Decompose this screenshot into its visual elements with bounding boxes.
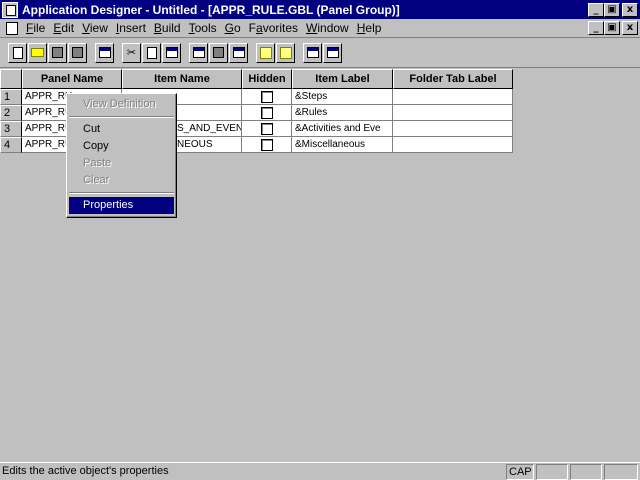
menu-window[interactable]: Window	[302, 19, 353, 37]
build-icon	[213, 47, 224, 58]
replace-button[interactable]	[276, 42, 295, 63]
menu-bar: File Edit View Insert Build Tools Go Fav…	[0, 19, 640, 38]
folder-tab-label-cell[interactable]	[393, 137, 513, 153]
menu-separator	[69, 116, 174, 118]
paste-button[interactable]	[162, 42, 181, 63]
status-bar: Edits the active object's properties CAP	[0, 462, 640, 480]
corner-header[interactable]	[0, 69, 22, 89]
item-label-cell[interactable]: &Rules	[292, 105, 393, 121]
toolbar: ✂	[0, 38, 640, 68]
hidden-cell	[242, 121, 292, 137]
menu-paste[interactable]: Paste	[69, 155, 174, 172]
item-label-cell[interactable]: &Miscellaneous	[292, 137, 393, 153]
caps-lock-indicator: CAP	[506, 464, 534, 480]
num-lock-indicator	[536, 464, 568, 480]
mdi-close-button[interactable]: x	[622, 21, 638, 35]
folder-tab-label-cell[interactable]	[393, 121, 513, 137]
status-text: Edits the active object's properties	[2, 465, 169, 477]
validate-button[interactable]	[323, 42, 342, 63]
hidden-cell	[242, 105, 292, 121]
menu-help[interactable]: Help	[353, 19, 386, 37]
row-header[interactable]: 3	[0, 121, 22, 137]
menu-build[interactable]: Build	[150, 19, 185, 37]
menu-cut[interactable]: Cut	[69, 121, 174, 138]
app-icon[interactable]	[2, 1, 18, 18]
printer-icon	[98, 47, 111, 58]
menu-insert[interactable]: Insert	[112, 19, 150, 37]
maximize-button[interactable]: ▣	[604, 2, 620, 17]
paste-icon	[165, 47, 178, 58]
hidden-checkbox[interactable]	[260, 106, 273, 119]
col-header-folder-tab-label[interactable]: Folder Tab Label	[393, 69, 513, 89]
close-button[interactable]: x	[622, 2, 638, 17]
scroll-lock-indicator	[570, 464, 602, 480]
new-button[interactable]	[8, 42, 27, 63]
context-menu: View Definition Cut Copy Paste Clear Pro…	[66, 93, 177, 218]
menu-view-definition[interactable]: View Definition	[69, 96, 174, 113]
mdi-minimize-button[interactable]: _	[588, 21, 604, 35]
col-header-panel-name[interactable]: Panel Name	[22, 69, 122, 89]
hidden-cell	[242, 89, 292, 105]
hidden-checkbox[interactable]	[260, 138, 273, 151]
row-header[interactable]: 2	[0, 105, 22, 121]
new-document-icon	[12, 46, 23, 59]
scissors-icon: ✂	[126, 47, 137, 59]
mdi-restore-button[interactable]: ▣	[604, 21, 620, 35]
save-disk-icon	[52, 47, 63, 58]
panel-layout-button[interactable]	[303, 42, 322, 63]
open-button[interactable]	[28, 42, 47, 63]
menu-clear[interactable]: Clear	[69, 172, 174, 189]
menu-edit[interactable]: Edit	[49, 19, 78, 37]
project-button[interactable]	[229, 42, 248, 63]
status-pane-extra	[604, 464, 638, 480]
folder-tab-label-cell[interactable]	[393, 105, 513, 121]
cut-button[interactable]: ✂	[122, 42, 141, 63]
properties-icon	[192, 47, 205, 58]
menu-copy[interactable]: Copy	[69, 138, 174, 155]
project-icon	[232, 47, 245, 58]
menu-tools[interactable]: Tools	[185, 19, 221, 37]
row-header[interactable]: 4	[0, 137, 22, 153]
build-button[interactable]	[209, 42, 228, 63]
save-button[interactable]	[48, 42, 67, 63]
open-folder-icon	[31, 48, 44, 57]
item-label-cell[interactable]: &Steps	[292, 89, 393, 105]
col-header-item-label[interactable]: Item Label	[292, 69, 393, 89]
menu-view[interactable]: View	[78, 19, 112, 37]
menu-favorites[interactable]: Favorites	[245, 19, 302, 37]
row-header[interactable]: 1	[0, 89, 22, 105]
item-label-cell[interactable]: &Activities and Eve	[292, 121, 393, 137]
col-header-hidden[interactable]: Hidden	[242, 69, 292, 89]
panel-layout-icon	[306, 47, 319, 58]
validate-icon	[326, 47, 339, 58]
find-button[interactable]	[256, 42, 275, 63]
document-icon[interactable]	[4, 20, 20, 36]
minimize-button[interactable]: _	[588, 2, 604, 17]
properties-toolbar-button[interactable]	[189, 42, 208, 63]
find-icon	[259, 46, 272, 59]
copy-icon	[146, 46, 157, 59]
copy-button[interactable]	[142, 42, 161, 63]
print-button[interactable]	[95, 42, 114, 63]
col-header-item-name[interactable]: Item Name	[122, 69, 242, 89]
menu-file[interactable]: File	[22, 19, 49, 37]
title-bar: Application Designer - Untitled - [APPR_…	[0, 0, 640, 19]
menu-separator	[69, 192, 174, 194]
menu-properties[interactable]: Properties	[69, 197, 174, 214]
menu-go[interactable]: Go	[221, 19, 245, 37]
folder-tab-label-cell[interactable]	[393, 89, 513, 105]
hidden-cell	[242, 137, 292, 153]
window-title: Application Designer - Untitled - [APPR_…	[22, 2, 400, 17]
hidden-checkbox[interactable]	[260, 122, 273, 135]
hidden-checkbox[interactable]	[260, 90, 273, 103]
save-all-icon	[72, 47, 83, 58]
save-all-button[interactable]	[68, 42, 87, 63]
replace-icon	[279, 46, 292, 59]
